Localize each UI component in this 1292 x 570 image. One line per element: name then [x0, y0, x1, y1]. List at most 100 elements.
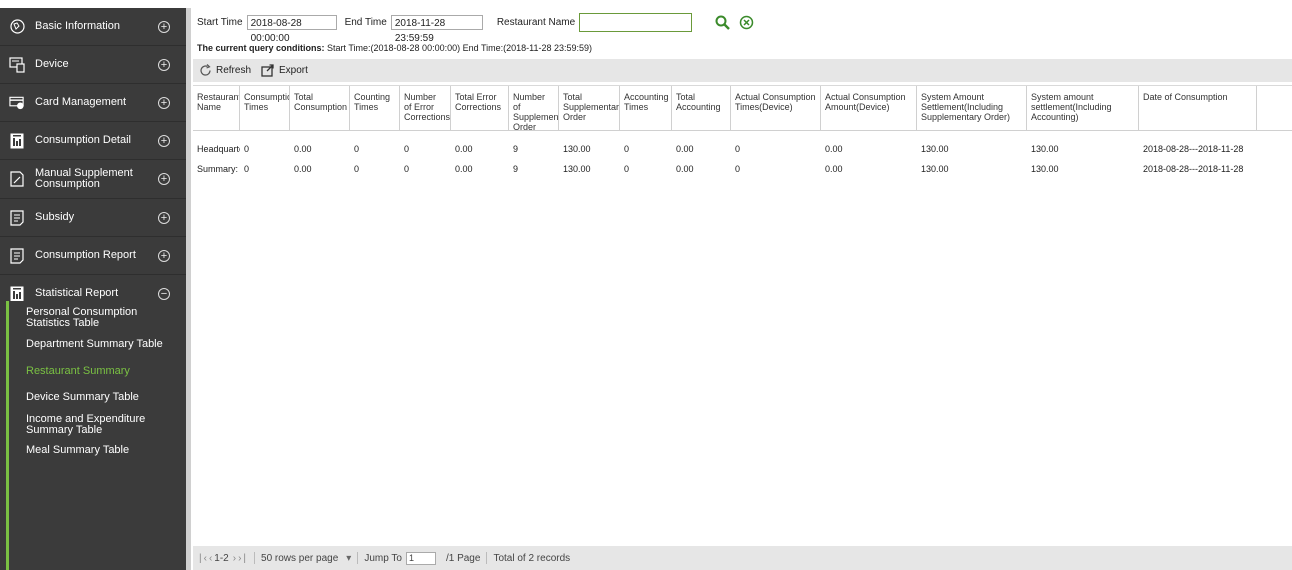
sidebar-item-manual-supplement-consumption[interactable]: Manual Supplement Consumption +	[0, 160, 186, 199]
device-icon	[9, 56, 25, 73]
submenu-item-restaurant-summary[interactable]: Restaurant Summary	[26, 366, 130, 377]
table-cell: 0	[735, 164, 741, 174]
submenu-item-meal-summary[interactable]: Meal Summary Table	[26, 445, 129, 456]
sidebar-top-gap	[0, 0, 186, 8]
end-time-label: End Time	[344, 16, 387, 28]
column-header[interactable]: Total Error Corrections	[451, 86, 509, 130]
expand-icon[interactable]: +	[158, 249, 170, 262]
search-icon[interactable]	[714, 14, 730, 30]
column-header[interactable]: Number of Error Corrections	[400, 86, 451, 130]
sidebar-item-device[interactable]: Device +	[0, 46, 186, 84]
table-cell: 0.00	[825, 164, 843, 174]
table-cell: 0	[244, 164, 250, 174]
table-cell: 0.00	[455, 144, 473, 154]
table-cell: 130.00	[921, 144, 949, 154]
sidebar-item-card-management[interactable]: Card Management +	[0, 84, 186, 122]
query-bar: Start Time 2018-08-28 00:00:00 End Time …	[197, 8, 754, 44]
table-cell: 0	[404, 164, 410, 174]
table-cell: Headquarters	[197, 144, 240, 154]
column-header[interactable]: System Amount Settlement(Including Suppl…	[917, 86, 1027, 130]
first-page-icon[interactable]: |‹	[199, 553, 209, 564]
table-row[interactable]: Summary: 0 0.00 0 0 0.00 9 130.00 0 0.00…	[193, 160, 1292, 179]
sidebar-item-label: Subsidy	[35, 211, 75, 223]
column-header[interactable]: Restaurant Name	[193, 86, 240, 130]
edit-doc-icon	[9, 171, 25, 187]
toolbar: Refresh Export	[193, 59, 1292, 82]
results-table: Restaurant Name Consumption Times Total …	[193, 85, 1292, 546]
pagination-bar: |‹ ‹ 1-2 › ›| 50 rows per page ▾ Jump To…	[193, 546, 1292, 570]
column-header[interactable]: Counting Times	[350, 86, 400, 130]
submenu-item-personal-consumption[interactable]: Personal Consumption Statistics Table	[26, 307, 184, 329]
pager-divider	[254, 552, 256, 564]
pager-divider	[357, 552, 359, 564]
card-icon	[9, 95, 25, 111]
table-cell: 0.00	[455, 164, 473, 174]
report-bars-icon	[9, 286, 25, 302]
submenu-item-income-expenditure[interactable]: Income and Expenditure Summary Table	[26, 414, 156, 436]
table-cell: 130.00	[1031, 164, 1059, 174]
column-header[interactable]: Actual Consumption Amount(Device)	[821, 86, 917, 130]
page-range: 1-2	[214, 552, 229, 564]
sidebar-item-consumption-detail[interactable]: Consumption Detail +	[0, 122, 186, 160]
table-row[interactable]: Headquarters 0 0.00 0 0 0.00 9 130.00 0 …	[193, 140, 1292, 159]
table-cell: 0	[354, 164, 360, 174]
main-content: Start Time 2018-08-28 00:00:00 End Time …	[186, 8, 1292, 570]
table-cell: 0	[624, 144, 630, 154]
query-conditions-text: Start Time:(2018-08-28 00:00:00) End Tim…	[324, 43, 593, 53]
refresh-button[interactable]: Refresh	[199, 64, 251, 77]
jump-to-label: Jump To	[364, 552, 402, 564]
table-cell: 9	[513, 164, 519, 174]
column-header[interactable]: Consumption Times	[240, 86, 290, 130]
column-header[interactable]: Total Supplementary Order	[559, 86, 620, 130]
expand-icon[interactable]: +	[158, 58, 170, 71]
table-header-row: Restaurant Name Consumption Times Total …	[193, 86, 1292, 131]
doc-lines-icon	[9, 247, 25, 264]
table-cell: Summary:	[197, 164, 239, 174]
column-header[interactable]: Total Accounting	[672, 86, 731, 130]
restaurant-name-label: Restaurant Name	[496, 16, 576, 28]
expand-icon[interactable]: +	[158, 211, 170, 224]
last-page-icon[interactable]: ›|	[238, 553, 248, 564]
table-cell: 2018-08-28---2018-11-28	[1143, 164, 1244, 174]
column-header[interactable]: Date of Consumption	[1139, 86, 1257, 130]
total-records: Total of 2 records	[493, 552, 571, 564]
end-time-input[interactable]: 2018-11-28 23:59:59	[390, 14, 483, 44]
table-cell: 2018-08-28---2018-11-28	[1143, 144, 1244, 154]
table-cell: 130.00	[563, 164, 591, 174]
table-cell: 0.00	[294, 164, 312, 174]
restaurant-name-input[interactable]	[579, 12, 693, 32]
table-cell: 0	[404, 144, 410, 154]
submenu-item-device-summary[interactable]: Device Summary Table	[26, 392, 139, 403]
jump-to-input[interactable]: 1	[405, 551, 436, 565]
column-header[interactable]: Accounting Times	[620, 86, 672, 130]
export-button[interactable]: Export	[261, 64, 308, 77]
sidebar-item-label: Device	[35, 58, 69, 70]
column-header[interactable]: Actual Consumption Times(Device)	[731, 86, 821, 130]
expand-icon[interactable]: +	[158, 96, 170, 109]
expand-icon[interactable]: +	[158, 134, 170, 147]
table-cell: 130.00	[921, 164, 949, 174]
sidebar-item-label: Consumption Detail	[35, 134, 131, 146]
collapse-icon[interactable]: −	[158, 287, 170, 300]
submenu-item-department-summary[interactable]: Department Summary Table	[26, 339, 163, 350]
sidebar-item-consumption-report[interactable]: Consumption Report +	[0, 237, 186, 275]
sidebar-divider	[186, 8, 191, 570]
query-conditions: The current query conditions: Start Time…	[197, 43, 592, 53]
start-time-input[interactable]: 2018-08-28 00:00:00	[246, 14, 337, 44]
sidebar-item-subsidy[interactable]: Subsidy +	[0, 199, 186, 237]
doc-lines-icon	[9, 209, 25, 226]
column-header[interactable]: Total Consumption	[290, 86, 350, 130]
rows-per-page-select[interactable]: 50 rows per page	[261, 553, 338, 564]
column-header[interactable]: System amount settlement(Including Accou…	[1027, 86, 1139, 130]
table-cell: 0	[354, 144, 360, 154]
table-cell: 0	[735, 144, 741, 154]
export-icon	[261, 64, 275, 77]
chevron-down-icon[interactable]: ▾	[346, 553, 351, 564]
query-conditions-prefix: The current query conditions:	[197, 43, 325, 53]
expand-icon[interactable]: +	[158, 173, 170, 185]
clear-icon[interactable]	[738, 14, 754, 30]
expand-icon[interactable]: +	[158, 20, 170, 33]
column-header[interactable]: Number of Supplementary Order	[509, 86, 559, 130]
table-cell: 0	[244, 144, 250, 154]
sidebar-item-basic-information[interactable]: Basic Information +	[0, 8, 186, 46]
